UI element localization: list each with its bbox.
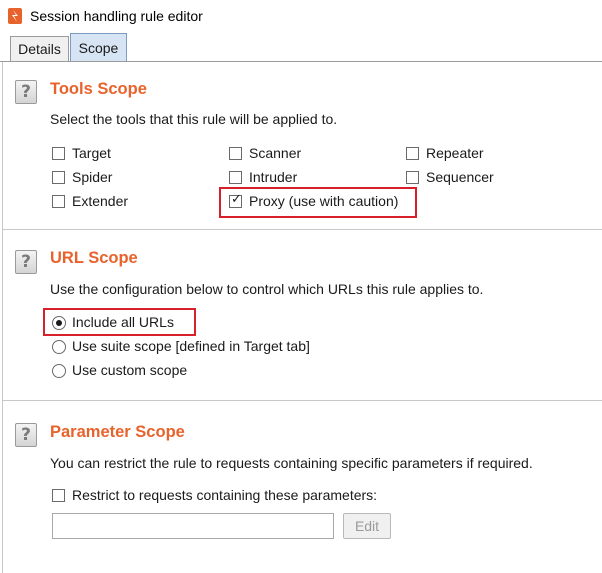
tool-sequencer-checkbox[interactable]: Sequencer [406, 169, 516, 187]
panel-border [2, 62, 3, 573]
suite-scope-label: Use suite scope [defined in Target tab] [72, 338, 310, 354]
tool-repeater-checkbox[interactable]: Repeater [406, 145, 506, 163]
tool-scanner-label: Scanner [249, 145, 302, 161]
parameter-scope-help-icon[interactable]: ? [15, 423, 37, 447]
restrict-parameters-checkbox[interactable]: Restrict to requests containing these pa… [52, 487, 392, 505]
suite-scope-radio[interactable]: Use suite scope [defined in Target tab] [52, 338, 332, 356]
tool-spider-label: Spider [72, 169, 113, 185]
checkbox-box[interactable] [52, 171, 65, 184]
tools-scope-help-icon[interactable]: ? [15, 80, 37, 104]
tool-target-checkbox[interactable]: Target [52, 145, 142, 163]
title-bar: Session handling rule editor [0, 0, 602, 32]
section-divider [3, 400, 602, 401]
tool-extender-checkbox[interactable]: Extender [52, 193, 142, 211]
tab-scope[interactable]: Scope [70, 33, 127, 62]
parameters-input[interactable] [52, 513, 334, 539]
radio-button[interactable] [52, 364, 66, 378]
tool-extender-label: Extender [72, 193, 129, 209]
parameter-scope-description: You can restrict the rule to requests co… [50, 455, 533, 471]
burp-logo-icon [8, 8, 22, 24]
edit-button[interactable]: Edit [343, 513, 391, 539]
tool-target-label: Target [72, 145, 111, 161]
checkbox-box[interactable] [52, 195, 65, 208]
tab-details[interactable]: Details [10, 36, 69, 61]
checkbox-box[interactable] [52, 489, 65, 502]
include-all-urls-highlight-box [43, 308, 196, 336]
checkbox-box[interactable] [52, 147, 65, 160]
custom-scope-label: Use custom scope [72, 362, 188, 378]
section-divider [3, 229, 602, 230]
url-scope-help-icon[interactable]: ? [15, 250, 37, 274]
checkbox-box[interactable] [229, 171, 242, 184]
tool-sequencer-label: Sequencer [426, 169, 494, 185]
tool-scanner-checkbox[interactable]: Scanner [229, 145, 329, 163]
checkbox-box[interactable] [229, 147, 242, 160]
url-scope-title: URL Scope [50, 249, 138, 267]
tools-scope-description: Select the tools that this rule will be … [50, 111, 338, 127]
tool-intruder-label: Intruder [249, 169, 298, 185]
tool-intruder-checkbox[interactable]: Intruder [229, 169, 329, 187]
tools-scope-title: Tools Scope [50, 80, 147, 98]
url-scope-description: Use the configuration below to control w… [50, 281, 484, 297]
window-title: Session handling rule editor [30, 8, 203, 24]
proxy-highlight-box [219, 187, 417, 218]
custom-scope-radio[interactable]: Use custom scope [52, 362, 212, 380]
restrict-parameters-label: Restrict to requests containing these pa… [72, 487, 378, 503]
tool-repeater-label: Repeater [426, 145, 484, 161]
parameter-scope-title: Parameter Scope [50, 423, 185, 441]
checkbox-box[interactable] [406, 171, 419, 184]
tool-spider-checkbox[interactable]: Spider [52, 169, 142, 187]
checkbox-box[interactable] [406, 147, 419, 160]
radio-button[interactable] [52, 340, 66, 354]
